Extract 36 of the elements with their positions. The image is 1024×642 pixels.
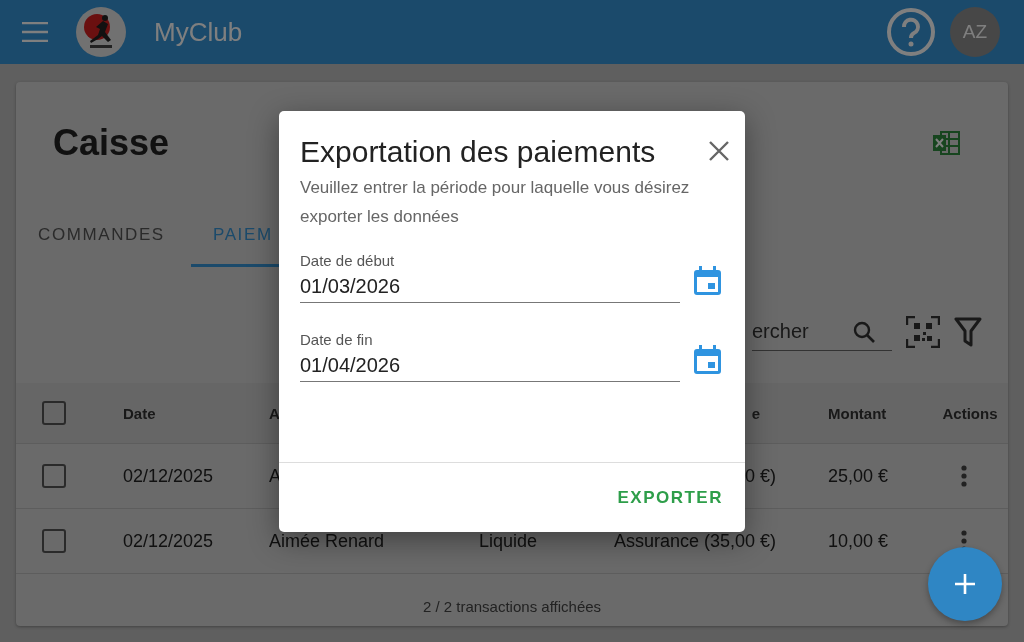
table-cell-text: 02/12/2025 — [122, 530, 215, 552]
row-checkbox[interactable] — [42, 529, 66, 553]
help-icon[interactable] — [886, 7, 936, 57]
spreadsheet-icon[interactable] — [933, 131, 960, 155]
tab[interactable]: COMMANDES — [16, 205, 191, 267]
table-cell-text: Aimée Renard — [268, 530, 386, 552]
plus-icon — [955, 574, 975, 594]
table-cell-text: 10,00 € — [827, 530, 890, 552]
field-label: Date de fin — [300, 331, 374, 348]
calendar-icon[interactable] — [694, 266, 721, 295]
transactions-count: 2 / 2 transactions affichées — [422, 597, 602, 615]
filter-icon[interactable] — [954, 317, 982, 347]
search-field[interactable]: ercher — [752, 320, 852, 343]
column-header: Date — [122, 404, 157, 422]
table-cell-text: Liquide — [478, 530, 539, 552]
search-icon[interactable] — [852, 319, 876, 344]
column-header: Montant — [827, 404, 888, 422]
column-header: Actions — [941, 404, 999, 422]
more-icon[interactable] — [961, 465, 967, 487]
column-header: A — [268, 404, 281, 422]
close-icon[interactable] — [709, 141, 729, 161]
row-checkbox[interactable] — [42, 464, 66, 488]
menu-icon[interactable] — [22, 22, 48, 42]
table-cell-text: 0 €) — [743, 465, 777, 487]
table-cell-text: Assurance (35,00 €) — [612, 530, 777, 552]
select-all-checkbox[interactable] — [42, 401, 66, 425]
table-cell-text: 02/12/2025 — [122, 465, 215, 487]
dialog-title: Exportation des paiements — [300, 135, 656, 169]
qr-code-icon[interactable] — [906, 316, 940, 348]
logo — [76, 7, 126, 57]
column-header: e — [750, 404, 761, 422]
app-title: MyClub — [154, 16, 244, 48]
page-title: Caisse — [53, 122, 170, 164]
table-cell-text: 25,00 € — [827, 465, 890, 487]
export-button[interactable]: EXPORTER — [607, 479, 733, 516]
calendar-icon[interactable] — [694, 345, 721, 374]
